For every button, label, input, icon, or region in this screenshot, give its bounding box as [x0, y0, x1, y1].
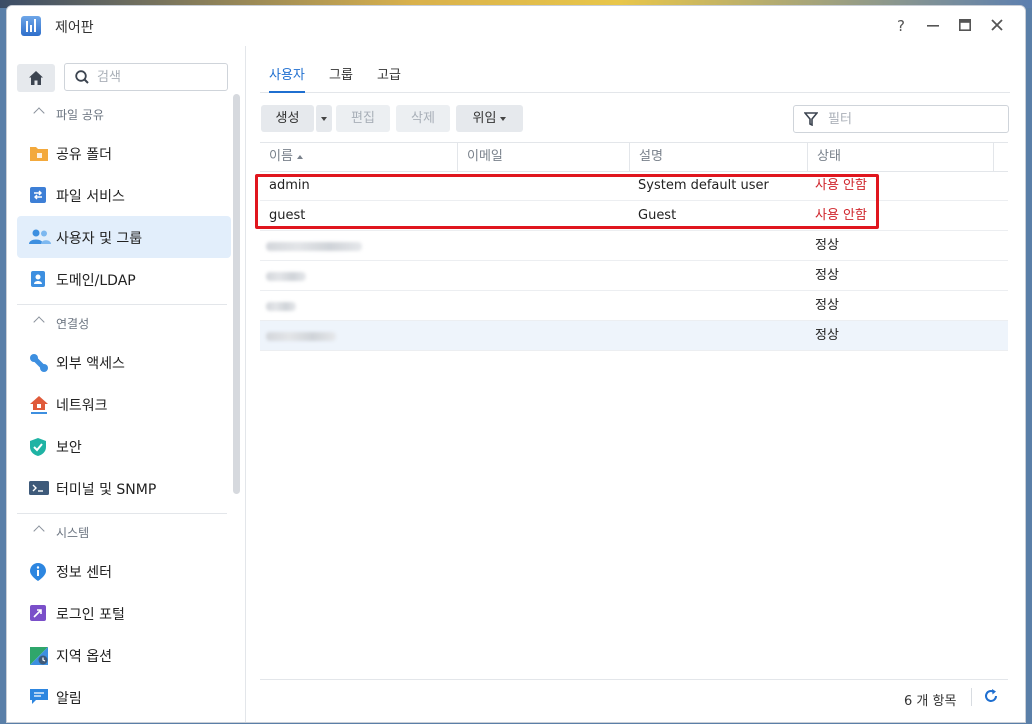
file-services-icon [29, 186, 47, 204]
filter-input[interactable] [826, 109, 1000, 129]
sidebar-item-shared-folder[interactable]: 공유 폴더 [7, 132, 237, 174]
sort-ascending-icon [296, 154, 303, 159]
column-description[interactable]: 설명 [630, 143, 808, 171]
search-icon [75, 70, 89, 84]
id-card-icon [29, 270, 47, 288]
notification-icon [29, 688, 48, 706]
sidebar-item-terminal-snmp[interactable]: 터미널 및 SNMP [7, 467, 237, 509]
sidebar-item-notification[interactable]: 알림 [7, 676, 237, 718]
sidebar-item-security[interactable]: 보안 [7, 425, 237, 467]
sidebar-item-external-access[interactable]: 외부 액세스 [7, 341, 237, 383]
cell-status: 정상 [815, 298, 839, 313]
blurred-name [266, 272, 306, 281]
caret-down-icon [500, 116, 507, 121]
table-footer: 6 개 항목 [260, 679, 1008, 713]
table-header: 이름 이메일 설명 상태 [260, 142, 1008, 172]
title-bar[interactable]: 제어판 ? [7, 6, 1025, 46]
delete-button[interactable]: 삭제 [396, 105, 450, 132]
sidebar-item-users-groups[interactable]: 사용자 및 그룹 [17, 216, 231, 258]
sidebar-group-system[interactable]: 시스템 [7, 514, 237, 550]
blurred-name [266, 242, 362, 251]
column-email[interactable]: 이메일 [458, 143, 630, 171]
annotation-highlight-box [255, 174, 879, 229]
close-icon [991, 19, 1003, 31]
network-icon [29, 395, 48, 414]
filter-box[interactable] [793, 105, 1009, 133]
sidebar-group-connectivity[interactable]: 연결성 [7, 305, 237, 341]
filter-icon [804, 112, 818, 126]
region-icon [29, 646, 48, 665]
window-title: 제어판 [55, 20, 94, 36]
minimize-icon [927, 25, 939, 27]
sidebar-item-info-center[interactable]: 정보 센터 [7, 550, 237, 592]
maximize-icon [959, 19, 971, 31]
sidebar-item-network[interactable]: 네트워크 [7, 383, 237, 425]
home-icon [29, 71, 43, 85]
cell-status: 정상 [815, 238, 839, 253]
sidebar-item-file-services[interactable]: 파일 서비스 [7, 174, 237, 216]
close-button[interactable] [985, 14, 1009, 38]
external-access-icon [29, 353, 48, 372]
edit-button[interactable]: 편집 [336, 105, 390, 132]
sidebar-item-regional-options[interactable]: 지역 옵션 [7, 634, 237, 676]
minimize-button[interactable] [921, 14, 945, 38]
blurred-name [266, 302, 296, 311]
tab-bar: 사용자 그룹 고급 [260, 46, 1010, 93]
cell-status: 정상 [815, 268, 839, 283]
tab-advanced[interactable]: 고급 [377, 64, 401, 83]
sidebar-search[interactable] [64, 63, 228, 91]
sidebar-item-login-portal[interactable]: 로그인 포털 [7, 592, 237, 634]
refresh-button[interactable] [983, 688, 999, 708]
cell-status: 정상 [815, 328, 839, 343]
sidebar-nav: 파일 공유 공유 폴더 파일 서비스 사용자 및 그룹 도메인/LDAP 연결성… [7, 96, 237, 718]
table-row[interactable]: 정상 [260, 291, 1008, 321]
control-panel-window: 제어판 ? 파일 공유 [6, 5, 1026, 723]
column-status[interactable]: 상태 [808, 143, 994, 171]
login-portal-icon [29, 604, 47, 622]
caret-down-icon [321, 116, 327, 121]
search-input[interactable] [95, 67, 224, 87]
shield-icon [29, 437, 47, 456]
chevron-up-icon [33, 525, 45, 537]
chevron-up-icon [33, 107, 45, 119]
refresh-icon [985, 689, 997, 702]
folder-icon [29, 144, 48, 162]
sidebar-item-domain-ldap[interactable]: 도메인/LDAP [7, 258, 237, 300]
table-row[interactable]: 정상 [260, 231, 1008, 261]
tab-groups[interactable]: 그룹 [329, 64, 353, 83]
column-name[interactable]: 이름 [260, 143, 458, 171]
create-button[interactable]: 생성 [261, 105, 314, 132]
chevron-up-icon [33, 316, 45, 328]
create-dropdown-button[interactable] [315, 105, 332, 132]
item-count: 6 개 항목 [904, 694, 957, 709]
footer-divider [971, 688, 972, 706]
sidebar: 파일 공유 공유 폴더 파일 서비스 사용자 및 그룹 [7, 46, 246, 722]
delegate-button[interactable]: 위임 [456, 105, 523, 132]
maximize-button[interactable] [953, 14, 977, 38]
home-button[interactable] [17, 64, 55, 92]
sidebar-scrollbar[interactable] [233, 94, 240, 494]
info-icon [29, 562, 47, 581]
users-icon [29, 228, 51, 246]
sidebar-group-file-sharing[interactable]: 파일 공유 [7, 96, 237, 132]
table-row-selected[interactable]: 정상 [260, 321, 1008, 351]
control-panel-app-icon [21, 16, 41, 36]
terminal-icon [29, 479, 49, 497]
table-row[interactable]: 정상 [260, 261, 1008, 291]
blurred-name [266, 332, 336, 341]
tab-users[interactable]: 사용자 [269, 64, 305, 93]
main-panel: 사용자 그룹 고급 생성 편집 삭제 위임 이름 이메일 설명 상태 admin… [246, 46, 1025, 722]
help-button[interactable]: ? [889, 14, 913, 38]
